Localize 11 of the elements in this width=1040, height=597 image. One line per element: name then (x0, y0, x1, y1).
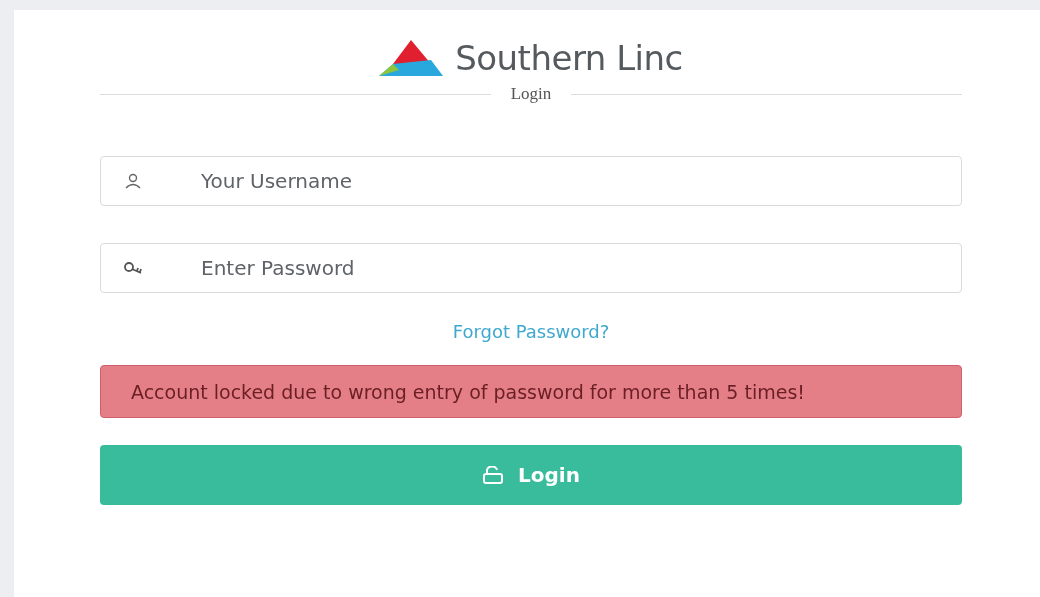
password-field[interactable]: Enter Password (100, 243, 962, 293)
key-icon (124, 261, 144, 275)
username-field[interactable]: Your Username (100, 156, 962, 206)
login-heading: Login (510, 84, 552, 104)
login-button[interactable]: Login (100, 445, 962, 505)
brand-name: Southern Linc (455, 38, 683, 78)
forgot-password-link[interactable]: Forgot Password? (452, 321, 610, 342)
unlock-icon (482, 466, 505, 484)
triangle-logo-icon (379, 40, 444, 76)
error-alert: Account locked due to wrong entry of password for more than 5 times! (100, 365, 962, 418)
person-icon (124, 173, 142, 189)
